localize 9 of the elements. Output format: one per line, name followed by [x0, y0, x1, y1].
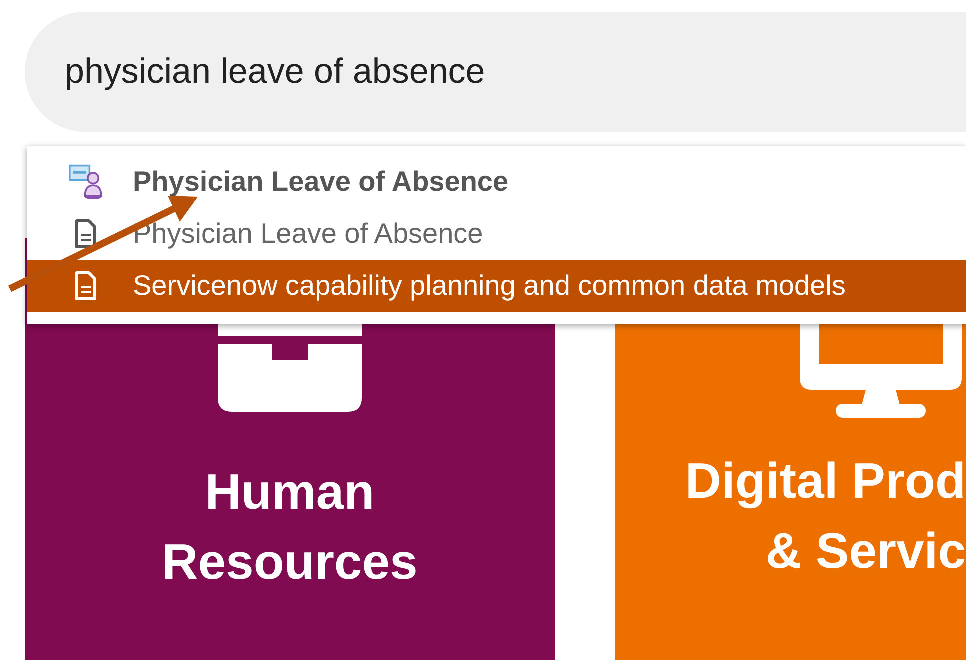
document-icon: [75, 271, 97, 301]
suggestion-item[interactable]: Physician Leave of Absence: [27, 156, 966, 208]
tile-title: Human: [205, 463, 375, 522]
tile-title: & Servic: [766, 522, 966, 581]
document-icon: [75, 219, 97, 249]
tile-title: Digital Prod: [685, 452, 966, 511]
tile-title: Resources: [162, 533, 418, 592]
search-field[interactable]: physician leave of absence: [25, 12, 966, 132]
suggestion-item[interactable]: Servicenow capability planning and common data models: [27, 260, 966, 312]
